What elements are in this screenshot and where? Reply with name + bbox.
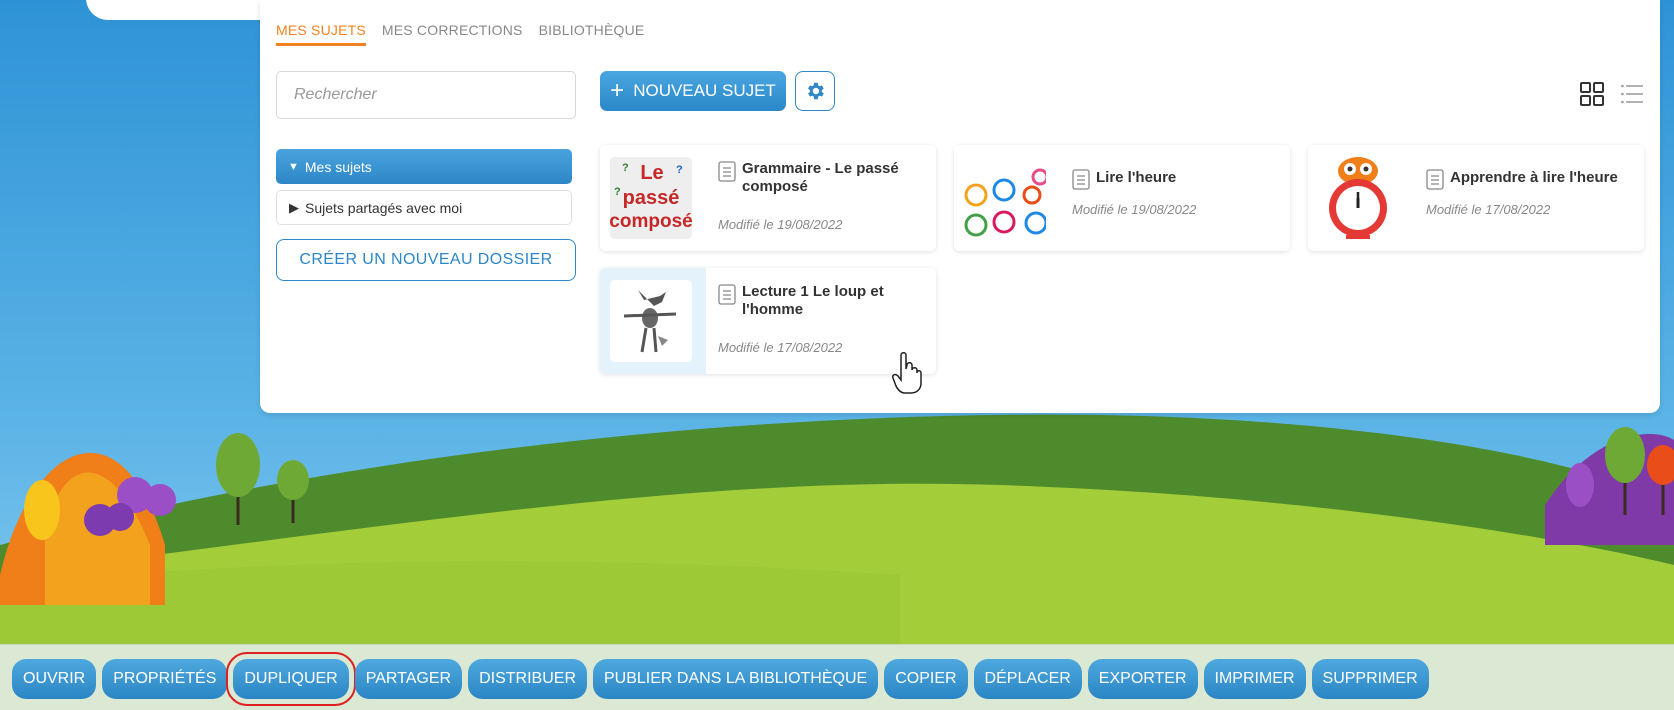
subject-card[interactable]: Le passé composé ? ? ? Grammaire - Le pa… (600, 145, 936, 251)
share-button[interactable]: PARTAGER (354, 659, 463, 699)
print-button[interactable]: IMPRIMER (1203, 659, 1306, 699)
folder-sujets-partages[interactable]: ▶ Sujets partagés avec moi (276, 190, 572, 225)
create-folder-button[interactable]: CRÉER UN NOUVEAU DOSSIER (276, 239, 576, 281)
wolf-thumbnail (610, 280, 692, 362)
hand-cursor-icon (892, 352, 922, 394)
properties-button[interactable]: PROPRIÉTÉS (102, 659, 228, 699)
card-date: Modifié le 19/08/2022 (718, 217, 843, 232)
triangle-right-icon: ▶ (289, 199, 299, 215)
svg-text:?: ? (676, 164, 683, 176)
duplicate-button[interactable]: DUPLIQUER (226, 652, 356, 706)
list-view-icon[interactable] (1620, 82, 1644, 106)
document-icon (718, 161, 736, 182)
wolf-image (623, 290, 677, 353)
owl-clock-thumbnail (1318, 157, 1400, 239)
document-icon (718, 284, 736, 305)
card-date: Modifié le 17/08/2022 (718, 340, 843, 355)
card-title: Lire l'heure (1096, 169, 1177, 186)
tab-mes-sujets[interactable]: MES SUJETS (276, 22, 366, 46)
folder-mes-sujets[interactable]: ▼ Mes sujets (276, 149, 572, 184)
svg-text:?: ? (614, 186, 621, 198)
passe-compose-thumbnail: Le passé composé ? ? ? (610, 157, 692, 239)
clocks-image (964, 168, 1046, 237)
settings-button[interactable] (795, 71, 835, 111)
card-date: Modifié le 19/08/2022 (1072, 202, 1197, 217)
subject-card[interactable]: Apprendre à lire l'heure Modifié le 17/0… (1308, 145, 1644, 251)
folder-label: Sujets partagés avec moi (305, 199, 463, 216)
svg-text:?: ? (622, 162, 629, 174)
tab-mes-corrections[interactable]: MES CORRECTIONS (382, 22, 523, 46)
subjects-panel: MES SUJETS MES CORRECTIONS BIBLIOTHÈQUE … (260, 0, 1660, 413)
thumb-compose: composé (610, 211, 692, 232)
document-icon (1072, 169, 1090, 190)
folder-label: Mes sujets (304, 158, 372, 175)
distribute-button[interactable]: DISTRIBUER (468, 659, 587, 699)
card-title: Lecture 1 Le loup et l'homme (742, 283, 884, 318)
thumb-passe: passé (623, 187, 680, 209)
hills-decoration (0, 414, 1674, 645)
export-button[interactable]: EXPORTER (1087, 659, 1198, 699)
publish-library-button[interactable]: PUBLIER DANS LA BIBLIOTHÈQUE (593, 659, 879, 699)
card-title: Apprendre à lire l'heure (1450, 169, 1618, 186)
move-button[interactable]: DÉPLACER (973, 659, 1082, 699)
search-input[interactable] (276, 71, 576, 119)
tab-bibliotheque[interactable]: BIBLIOTHÈQUE (539, 22, 645, 46)
subject-card[interactable]: Lire l'heure Modifié le 19/08/2022 (954, 145, 1290, 251)
new-subject-label: NOUVEAU SUJET (633, 81, 776, 100)
grid-view-icon[interactable] (1580, 82, 1604, 106)
delete-button[interactable]: SUPPRIMER (1311, 659, 1429, 699)
owl-clock-image (1329, 157, 1387, 239)
action-buttons: OUVRIR PROPRIÉTÉS DUPLIQUER PARTAGER DIS… (12, 652, 1429, 706)
card-date: Modifié le 17/08/2022 (1426, 202, 1551, 217)
action-bar: OUVRIR PROPRIÉTÉS DUPLIQUER PARTAGER DIS… (0, 644, 1674, 710)
open-button[interactable]: OUVRIR (12, 659, 97, 699)
new-subject-button[interactable]: + NOUVEAU SUJET (600, 71, 786, 111)
subject-card[interactable]: Lecture 1 Le loup et l'homme Modifié le … (600, 268, 936, 374)
copy-button[interactable]: COPIER (884, 659, 968, 699)
tab-bar: MES SUJETS MES CORRECTIONS BIBLIOTHÈQUE (276, 22, 644, 46)
document-icon (1426, 169, 1444, 190)
passe-compose-image: Le passé composé ? ? ? (610, 157, 692, 239)
card-title: Grammaire - Le passé composé (742, 160, 899, 195)
thumb-le: Le (640, 162, 663, 184)
clocks-thumbnail (964, 157, 1046, 239)
gear-icon (808, 82, 824, 100)
plus-icon: + (610, 77, 625, 104)
triangle-down-icon: ▼ (288, 160, 299, 173)
